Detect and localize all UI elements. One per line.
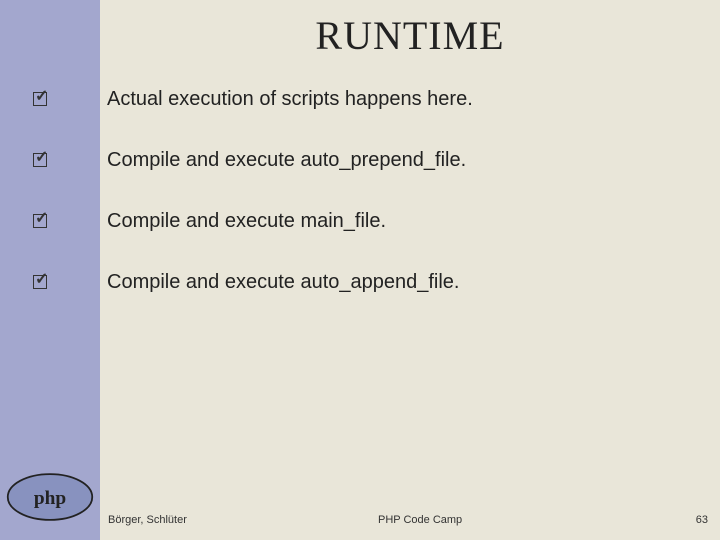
bullet-text: Compile and execute auto_prepend_file. bbox=[67, 149, 466, 172]
checkbox-icon: ✓ bbox=[33, 271, 67, 285]
footer-event: PHP Code Camp bbox=[338, 514, 708, 526]
checkbox-icon: ✓ bbox=[33, 149, 67, 163]
page-number: 63 bbox=[696, 514, 708, 526]
bullet-list: ✓ Actual execution of scripts happens he… bbox=[33, 88, 693, 332]
checkbox-icon: ✓ bbox=[33, 88, 67, 102]
list-item: ✓ Compile and execute main_file. bbox=[33, 210, 693, 233]
list-item: ✓ Compile and execute auto_append_file. bbox=[33, 271, 693, 294]
footer-authors: Börger, Schlüter bbox=[108, 514, 338, 526]
bullet-text: Compile and execute main_file. bbox=[67, 210, 386, 233]
checkbox-icon: ✓ bbox=[33, 210, 67, 224]
svg-text:php: php bbox=[34, 488, 66, 509]
list-item: ✓ Actual execution of scripts happens he… bbox=[33, 88, 693, 111]
bullet-text: Actual execution of scripts happens here… bbox=[67, 88, 473, 111]
footer: Börger, Schlüter PHP Code Camp bbox=[108, 514, 708, 526]
php-logo-icon: php bbox=[6, 472, 94, 522]
list-item: ✓ Compile and execute auto_prepend_file. bbox=[33, 149, 693, 172]
bullet-text: Compile and execute auto_append_file. bbox=[67, 271, 459, 294]
slide-title: RUNTIME bbox=[100, 12, 720, 59]
